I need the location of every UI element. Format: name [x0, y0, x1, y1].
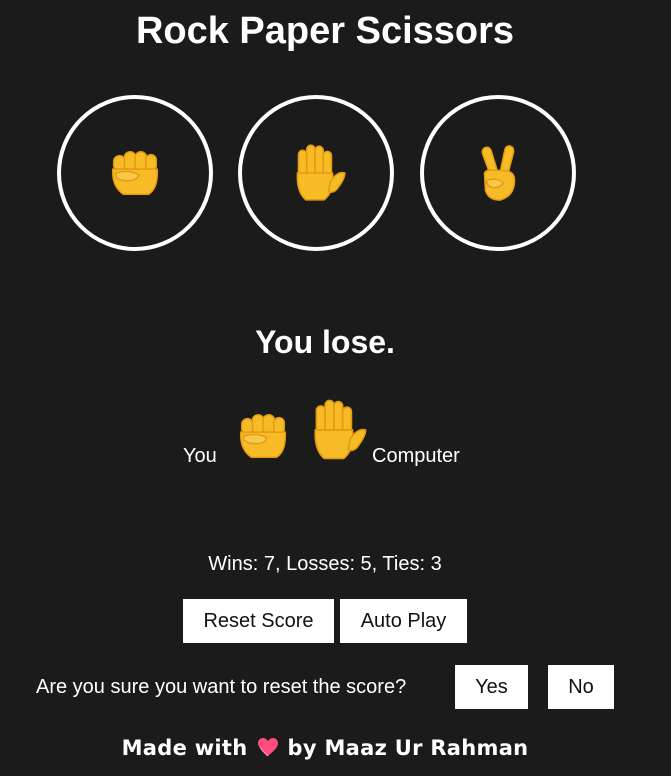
confirm-yes-button[interactable]: Yes: [455, 665, 528, 709]
computer-label: Computer: [372, 445, 460, 467]
fist-icon: [104, 142, 166, 204]
hand-icon: [283, 140, 349, 206]
scissors-button[interactable]: [420, 95, 576, 251]
paper-button[interactable]: [238, 95, 394, 251]
last-moves: You Computer: [0, 395, 650, 475]
reset-score-button[interactable]: Reset Score: [183, 599, 334, 643]
rock-button[interactable]: [57, 95, 213, 251]
reset-confirm-question: Are you sure you want to reset the score…: [36, 676, 407, 698]
result-text: You lose.: [255, 324, 395, 360]
footer-prefix: Made with: [121, 736, 248, 760]
page-title: Rock Paper Scissors: [135, 10, 515, 52]
confirm-no-button[interactable]: No: [548, 665, 614, 709]
auto-play-button[interactable]: Auto Play: [340, 599, 467, 643]
footer-suffix: by Maaz Ur Rahman: [287, 736, 529, 760]
heart-icon: [256, 735, 280, 759]
computer-move-hand-icon: [300, 395, 370, 465]
footer: Made with by Maaz Ur Rahman: [0, 734, 650, 762]
score-text: Wins: 7, Losses: 5, Ties: 3: [208, 553, 442, 575]
you-label: You: [183, 445, 217, 467]
victory-hand-icon: [467, 142, 529, 204]
you-move-fist-icon: [232, 405, 294, 467]
